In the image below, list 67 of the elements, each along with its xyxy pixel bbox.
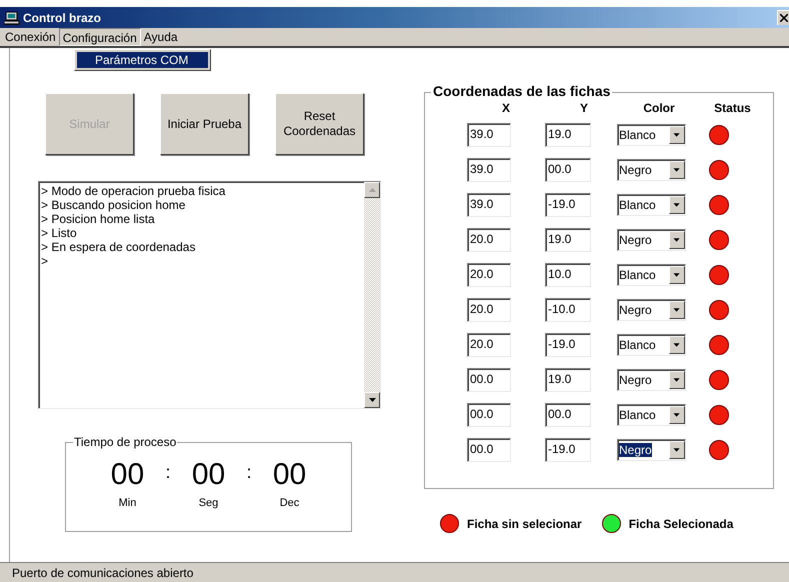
action-button[interactable]: Reset Coordenadas: [275, 93, 364, 155]
column-header: Y: [580, 102, 588, 115]
timer-value: 00: [272, 457, 306, 493]
log-line: > Modo de operacion prueba fisica: [41, 184, 226, 198]
color-dropdown[interactable]: Negro: [617, 299, 686, 321]
close-button[interactable]: [777, 10, 789, 25]
color-dropdown[interactable]: Blanco: [617, 264, 686, 286]
color-dropdown[interactable]: Negro: [617, 439, 686, 461]
y-input[interactable]: 00.0: [545, 403, 591, 427]
column-header: Color: [643, 102, 675, 115]
timer-value: 00: [192, 457, 226, 493]
x-input[interactable]: 00.0: [467, 438, 511, 462]
group-title: Coordenadas de las fichas: [431, 83, 612, 99]
y-input[interactable]: 19.0: [545, 228, 591, 252]
x-input[interactable]: 39.0: [467, 158, 511, 182]
column-header: Status: [714, 102, 751, 115]
scroll-down-icon[interactable]: [364, 392, 380, 408]
x-input[interactable]: 00.0: [467, 403, 511, 427]
color-dropdown[interactable]: Blanco: [617, 334, 686, 356]
log-textbox[interactable]: > Modo de operacion prueba fisica > Buscando posicion home > Posicion home lista > Listo > En espera de coordenadas >: [38, 181, 381, 409]
timer-separator: :: [165, 461, 170, 484]
group-title: Tiempo de proceso: [73, 435, 178, 449]
log-line: > Buscando posicion home: [41, 198, 186, 212]
timer-value: 00: [110, 457, 144, 493]
menu-entry[interactable]: Parámetros COM: [77, 52, 208, 68]
scroll-up-icon[interactable]: [364, 182, 380, 198]
y-input[interactable]: 19.0: [545, 123, 591, 147]
y-input[interactable]: -19.0: [545, 333, 591, 357]
x-input[interactable]: 20.0: [467, 263, 511, 287]
log-line: >: [41, 254, 50, 268]
timer-label: Dec: [280, 496, 300, 511]
close-icon: [780, 14, 788, 22]
y-input[interactable]: -19.0: [545, 193, 591, 217]
column-header: X: [502, 102, 510, 115]
y-input[interactable]: 10.0: [545, 263, 591, 287]
color-dropdown[interactable]: Negro: [617, 159, 686, 181]
x-input[interactable]: 39.0: [467, 123, 511, 147]
status-text: Puerto de comunicaciones abierto: [12, 564, 194, 582]
menu-item[interactable]: Configuración: [58, 28, 141, 46]
log-line: > En espera de coordenadas: [41, 240, 196, 254]
color-dropdown[interactable]: Negro: [617, 369, 686, 391]
x-input[interactable]: 39.0: [467, 193, 511, 217]
x-input[interactable]: 00.0: [467, 368, 511, 392]
color-dropdown[interactable]: Negro: [617, 229, 686, 251]
timer-separator: :: [246, 461, 252, 484]
color-dropdown[interactable]: Blanco: [617, 404, 686, 426]
color-dropdown[interactable]: Blanco: [617, 194, 686, 216]
legend-label: Ficha sin selecionar: [467, 516, 582, 532]
x-input[interactable]: 20.0: [467, 228, 511, 252]
y-input[interactable]: 19.0: [545, 368, 591, 392]
x-input[interactable]: 20.0: [467, 333, 511, 357]
color-dropdown[interactable]: Blanco: [617, 124, 686, 146]
timer-label: Seg: [198, 496, 218, 511]
y-input[interactable]: -19.0: [545, 438, 591, 462]
log-line: > Posicion home lista: [41, 212, 156, 226]
x-input[interactable]: 20.0: [467, 298, 511, 322]
log-line: > Listo: [41, 226, 78, 240]
computer-icon: [4, 10, 20, 24]
y-input[interactable]: 00.0: [545, 158, 591, 182]
scrollbar[interactable]: [364, 182, 380, 408]
timer-label: Min: [118, 496, 136, 511]
menu-item[interactable]: Ayuda: [140, 28, 181, 46]
action-button[interactable]: Iniciar Prueba: [160, 93, 249, 155]
window-title: Control brazo: [23, 10, 101, 26]
legend-label: Ficha Selecionada: [628, 516, 734, 532]
y-input[interactable]: -10.0: [545, 298, 591, 322]
menu-item[interactable]: Conexión: [2, 28, 59, 46]
